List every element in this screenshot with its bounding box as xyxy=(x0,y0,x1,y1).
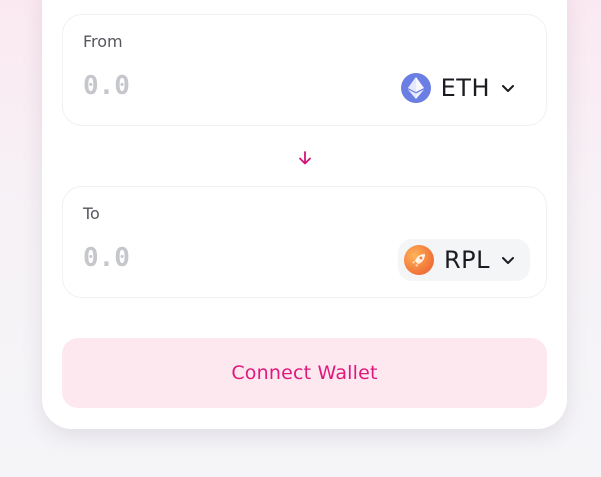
chevron-down-icon xyxy=(502,85,514,92)
to-token-selector[interactable]: RPL xyxy=(397,239,530,281)
from-token-selector[interactable]: ETH xyxy=(395,67,530,109)
chevron-down-icon xyxy=(502,257,514,264)
swap-card: From ETH To xyxy=(42,0,567,429)
connect-wallet-button[interactable]: Connect Wallet xyxy=(62,338,547,408)
swap-direction-button[interactable] xyxy=(295,148,315,168)
to-label: To xyxy=(83,204,100,223)
arrow-down-icon xyxy=(299,151,311,165)
from-panel: From ETH xyxy=(62,14,547,126)
to-panel: To RPL xyxy=(62,186,547,298)
ethereum-icon xyxy=(400,73,431,103)
from-token-symbol: ETH xyxy=(440,74,490,102)
to-amount-input[interactable] xyxy=(83,243,263,273)
from-amount-input[interactable] xyxy=(83,71,263,101)
from-label: From xyxy=(83,32,123,51)
to-token-symbol: RPL xyxy=(443,246,490,274)
rocket-pool-icon xyxy=(403,245,434,275)
